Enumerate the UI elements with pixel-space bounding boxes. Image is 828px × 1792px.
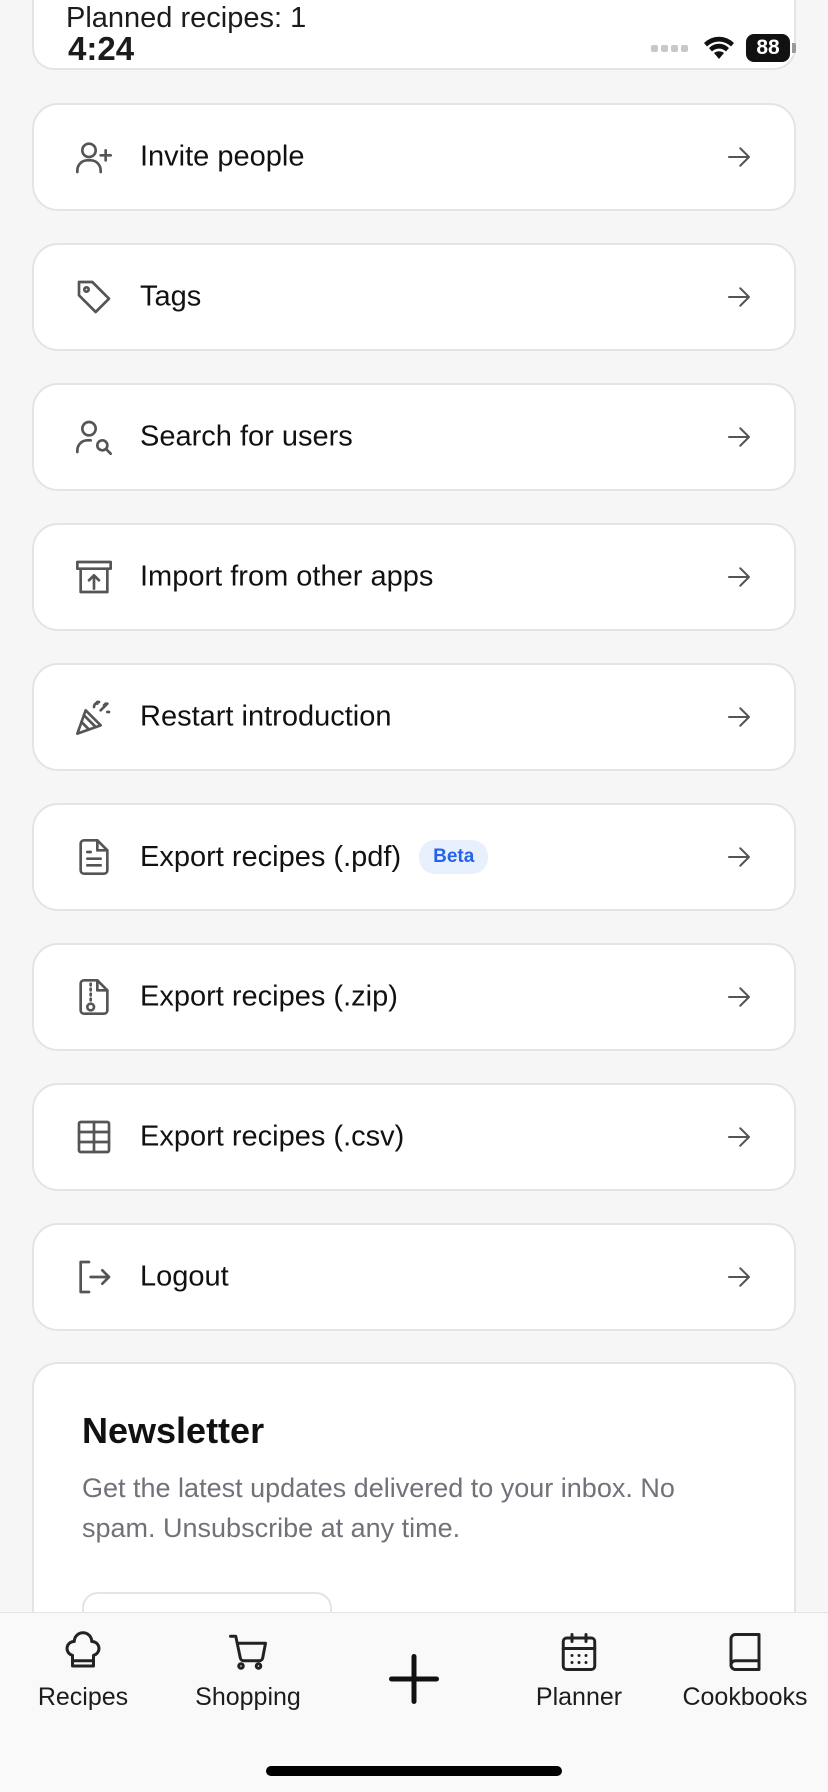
shopping-cart-icon bbox=[229, 1634, 267, 1670]
arrow-right-icon bbox=[728, 427, 750, 447]
settings-page: Planned recipes: 1 4:24 88 Invite people bbox=[0, 0, 828, 1792]
arrow-right-icon bbox=[728, 287, 750, 307]
menu-item-search-users[interactable]: Search for users bbox=[32, 383, 796, 491]
menu-item-export-pdf[interactable]: Export recipes (.pdf) Beta bbox=[32, 803, 796, 911]
file-archive-icon bbox=[74, 977, 114, 1017]
arrow-right-icon bbox=[728, 847, 750, 867]
book-icon bbox=[729, 1633, 761, 1671]
tab-label: Cookbooks bbox=[682, 1683, 808, 1711]
battery-level: 88 bbox=[746, 34, 790, 62]
arrow-right-icon bbox=[728, 1267, 750, 1287]
settings-menu: Invite people Tags Search for users Impo… bbox=[32, 103, 796, 1363]
tab-label: Planner bbox=[535, 1683, 623, 1711]
menu-item-invite-people[interactable]: Invite people bbox=[32, 103, 796, 211]
tab-shopping[interactable]: Shopping bbox=[165, 1631, 331, 1712]
menu-item-label: Export recipes (.pdf) Beta bbox=[140, 840, 489, 874]
home-indicator[interactable] bbox=[266, 1766, 562, 1776]
arrow-right-icon bbox=[728, 567, 750, 587]
menu-item-export-csv[interactable]: Export recipes (.csv) bbox=[32, 1083, 796, 1191]
arrow-right-icon bbox=[728, 987, 750, 1007]
tab-label: Recipes bbox=[37, 1683, 129, 1711]
user-search-icon bbox=[74, 417, 114, 457]
menu-item-label: Logout bbox=[140, 1260, 229, 1293]
battery-icon: 88 bbox=[746, 34, 796, 62]
arrow-right-icon bbox=[728, 707, 750, 727]
menu-item-label: Search for users bbox=[140, 420, 353, 453]
status-time: 4:24 bbox=[68, 30, 135, 67]
plus-icon[interactable] bbox=[384, 1649, 444, 1709]
tab-label: Shopping bbox=[195, 1683, 301, 1711]
chef-hat-icon bbox=[65, 1631, 101, 1668]
tab-cookbooks[interactable]: Cookbooks bbox=[662, 1631, 828, 1712]
arrow-right-icon bbox=[728, 1127, 750, 1147]
bottom-tab-bar: Recipes Shopping Planner Cookbooks bbox=[0, 1612, 828, 1792]
menu-item-label: Restart introduction bbox=[140, 700, 392, 733]
table-icon bbox=[74, 1117, 114, 1157]
party-popper-icon bbox=[74, 697, 114, 737]
beta-badge: Beta bbox=[419, 840, 489, 874]
menu-item-label: Import from other apps bbox=[140, 560, 434, 593]
calendar-icon bbox=[561, 1633, 597, 1671]
tab-planner[interactable]: Planner bbox=[496, 1631, 662, 1712]
menu-item-label: Tags bbox=[140, 280, 202, 313]
status-indicators: 88 bbox=[651, 34, 796, 62]
arrow-right-icon bbox=[728, 147, 750, 167]
menu-item-logout[interactable]: Logout bbox=[32, 1223, 796, 1331]
file-text-icon bbox=[74, 837, 114, 877]
menu-item-label: Export recipes (.zip) bbox=[140, 980, 398, 1013]
menu-item-export-zip[interactable]: Export recipes (.zip) bbox=[32, 943, 796, 1051]
tab-recipes[interactable]: Recipes bbox=[0, 1631, 166, 1712]
menu-item-import[interactable]: Import from other apps bbox=[32, 523, 796, 631]
menu-item-restart-introduction[interactable]: Restart introduction bbox=[32, 663, 796, 771]
archive-upload-icon bbox=[74, 557, 114, 597]
cellular-signal-icon bbox=[651, 44, 688, 52]
logout-icon bbox=[74, 1257, 114, 1297]
wifi-icon bbox=[704, 36, 734, 59]
menu-item-label: Export recipes (.csv) bbox=[140, 1120, 405, 1153]
tag-icon bbox=[74, 277, 114, 317]
newsletter-title: Newsletter bbox=[82, 1410, 265, 1451]
user-plus-icon bbox=[74, 137, 114, 177]
menu-item-label: Invite people bbox=[140, 140, 305, 173]
menu-item-tags[interactable]: Tags bbox=[32, 243, 796, 351]
newsletter-description: Get the latest updates delivered to your… bbox=[82, 1473, 675, 1543]
